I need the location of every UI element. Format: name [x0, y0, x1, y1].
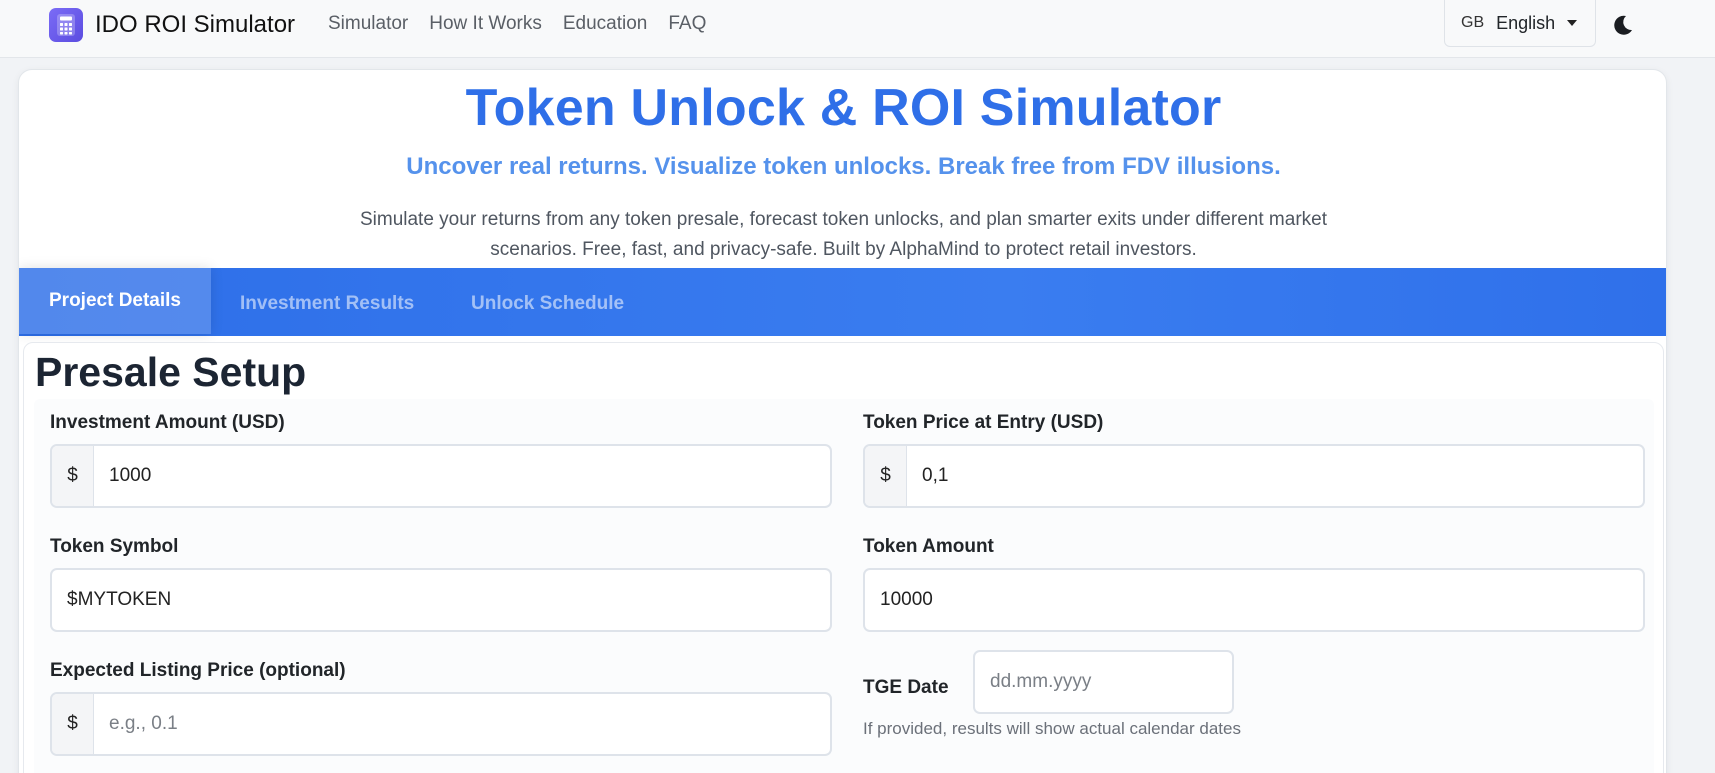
- investment-amount-field: $: [50, 444, 832, 508]
- page-description: Simulate your returns from any token pre…: [359, 209, 1327, 260]
- tab-bar: Project Details Investment Results Unloc…: [19, 268, 1666, 337]
- token-price-input[interactable]: [907, 446, 1643, 506]
- investment-amount-label: Investment Amount (USD): [50, 412, 285, 433]
- main-nav: Simulator How It Works Education FAQ: [328, 10, 727, 38]
- dollar-addon: $: [52, 446, 94, 506]
- page-title: Token Unlock & ROI Simulator: [465, 79, 1222, 137]
- tab-project-details[interactable]: Project Details: [19, 268, 211, 334]
- top-navbar: IDO ROI Simulator Simulator How It Works…: [0, 0, 1715, 58]
- language-dropdown[interactable]: GB English: [1444, 0, 1596, 47]
- chevron-down-icon: [1567, 20, 1578, 26]
- page-subtitle: Uncover real returns. Visualize token un…: [406, 153, 1281, 180]
- token-amount-field: [863, 568, 1645, 632]
- flag-code: GB: [1461, 14, 1485, 31]
- token-symbol-field: [50, 568, 832, 632]
- presale-form: Investment Amount (USD) $ Token Price at…: [34, 399, 1654, 773]
- tge-date-input[interactable]: [975, 652, 1232, 712]
- tab-unlock-schedule[interactable]: Unlock Schedule: [471, 271, 624, 337]
- tab-investment-results[interactable]: Investment Results: [240, 271, 414, 337]
- token-price-label: Token Price at Entry (USD): [863, 412, 1104, 433]
- language-label: English: [1496, 12, 1556, 33]
- token-symbol-input[interactable]: [52, 570, 830, 630]
- moon-icon[interactable]: [1610, 12, 1636, 38]
- brand-name: IDO ROI Simulator: [95, 11, 296, 38]
- dollar-addon: $: [865, 446, 907, 506]
- tge-date-field: [973, 650, 1234, 714]
- token-amount-input[interactable]: [865, 570, 1643, 630]
- nav-link-simulator[interactable]: Simulator: [328, 10, 408, 38]
- tge-date-hint: If provided, results will show actual ca…: [863, 719, 1241, 738]
- investment-amount-input[interactable]: [94, 446, 830, 506]
- presale-setup-panel: Presale Setup Investment Amount (USD) $ …: [23, 342, 1664, 773]
- listing-price-input[interactable]: [94, 694, 830, 754]
- token-price-field: $: [863, 444, 1645, 508]
- tge-date-label: TGE Date: [863, 677, 949, 698]
- listing-price-field: $: [50, 692, 832, 756]
- simulator-card: Token Unlock & ROI Simulator Uncover rea…: [18, 69, 1667, 773]
- listing-price-label: Expected Listing Price (optional): [50, 660, 346, 681]
- token-symbol-label: Token Symbol: [50, 536, 179, 557]
- nav-link-faq[interactable]: FAQ: [668, 10, 706, 38]
- dollar-addon: $: [52, 694, 94, 754]
- nav-link-how-it-works[interactable]: How It Works: [429, 10, 542, 38]
- section-title: Presale Setup: [35, 349, 307, 395]
- calculator-icon: [49, 8, 83, 42]
- nav-link-education[interactable]: Education: [563, 10, 648, 38]
- brand-link[interactable]: IDO ROI Simulator: [49, 7, 295, 43]
- token-amount-label: Token Amount: [863, 536, 994, 557]
